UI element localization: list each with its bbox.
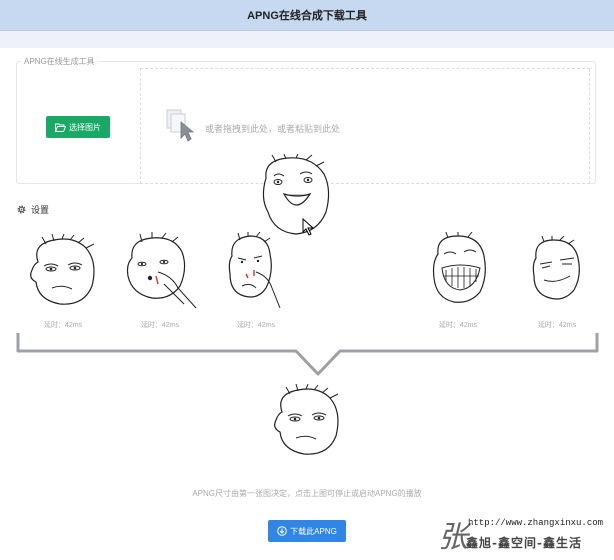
frame-delay: 延时：42ms <box>140 322 180 329</box>
frame-item[interactable] <box>24 233 106 315</box>
download-apng-button[interactable]: 下载此APNG <box>268 520 346 542</box>
drag-drop-icon <box>166 109 195 142</box>
frame-delay: 延时：42ms <box>438 322 478 329</box>
frame-face-image <box>30 233 95 305</box>
choose-image-label: 选择图片 <box>69 122 101 132</box>
apng-preview[interactable] <box>268 383 348 465</box>
download-label: 下载此APNG <box>290 526 337 536</box>
toolbar-strip <box>0 31 614 48</box>
frame-face-image <box>262 153 330 235</box>
download-icon <box>277 526 287 536</box>
gear-icon <box>17 205 26 214</box>
frame-item[interactable] <box>430 231 492 313</box>
app-title: APNG在线合成下载工具 <box>247 10 367 22</box>
frame-item[interactable] <box>224 231 286 317</box>
choose-image-button[interactable]: 选择图片 <box>46 116 110 138</box>
frame-delay: 延时：42ms <box>236 322 276 329</box>
settings-toggle[interactable]: 设置 <box>16 203 49 216</box>
frame-item[interactable] <box>530 235 584 311</box>
frame-face-image <box>228 231 281 309</box>
drop-hint: 或者拖拽到此处，或者粘贴到此处 <box>205 124 341 134</box>
app-title-bar: APNG在线合成下载工具 <box>0 0 614 31</box>
watermark-char: 张 <box>438 520 468 555</box>
mouse-cursor-icon <box>302 218 315 236</box>
settings-label: 设置 <box>31 205 50 215</box>
dragging-frame[interactable] <box>256 153 338 243</box>
watermark-slogan: 鑫旭-鑫空间-鑫生活 <box>466 536 582 550</box>
size-note: APNG尺寸由第一张图决定，点击上图可停止或启动APNG的播放 <box>192 489 422 498</box>
upload-legend: APNG在线生成工具 <box>24 57 95 66</box>
watermark-url: http://www.zhangxinxu.com <box>468 518 604 528</box>
frame-delay: 延时：42ms <box>537 322 577 329</box>
frame-face-image <box>432 231 486 303</box>
preview-face-image <box>274 383 339 455</box>
frame-item[interactable] <box>120 232 204 317</box>
folder-open-icon <box>55 123 66 132</box>
watermark: 张 http://www.zhangxinxu.com 鑫旭-鑫空间-鑫生活 <box>438 512 608 556</box>
frame-face-image <box>532 235 580 300</box>
frame-delay: 延时：42ms <box>43 322 83 329</box>
frame-face-image <box>126 232 197 309</box>
